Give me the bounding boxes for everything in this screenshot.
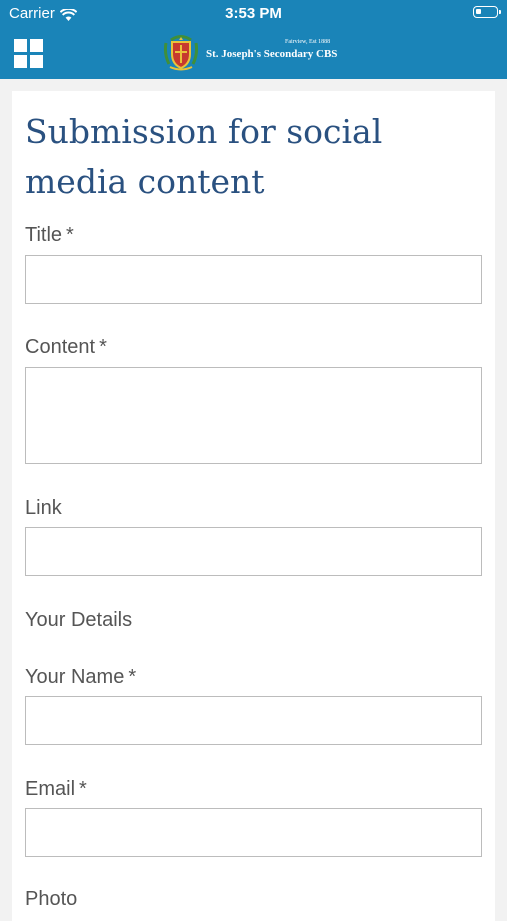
content-label-text: Content xyxy=(25,336,96,358)
grid-menu-icon[interactable] xyxy=(14,39,44,68)
your-name-input[interactable] xyxy=(25,696,482,745)
content-textarea[interactable] xyxy=(25,367,482,464)
menu-square xyxy=(30,55,43,68)
form-card: Submission for social media content Titl… xyxy=(12,91,495,921)
required-mark: * xyxy=(99,336,107,358)
email-label-text: Email xyxy=(25,778,76,800)
title-label: Title * xyxy=(25,224,74,247)
your-name-label: Your Name * xyxy=(25,666,136,689)
form-title: Submission for social media content xyxy=(25,112,383,201)
content-label: Content * xyxy=(25,336,107,359)
menu-square xyxy=(30,39,43,52)
required-mark: * xyxy=(128,666,137,688)
status-time: 3:53 PM xyxy=(225,5,282,22)
required-mark: * xyxy=(79,778,87,800)
school-logo[interactable]: Fairview, Est 1888 St. Joseph's Secondar… xyxy=(163,33,353,73)
logo-tagline: Fairview, Est 1888 xyxy=(285,39,331,45)
email-input[interactable] xyxy=(25,808,482,857)
required-mark: * xyxy=(66,224,74,246)
menu-square xyxy=(14,39,27,52)
email-label: Email * xyxy=(25,778,87,801)
your-name-label-text: Your Name xyxy=(25,666,125,688)
link-label: Link xyxy=(25,497,62,519)
logo-school-name: St. Joseph's Secondary CBS xyxy=(206,48,338,60)
menu-square xyxy=(14,55,27,68)
title-input[interactable] xyxy=(25,255,482,304)
battery-icon xyxy=(473,6,501,18)
section-your-details: Your Details xyxy=(25,609,133,631)
app-header: Carrier 3:53 PM Fairview, Est 1888 St. J… xyxy=(0,0,507,79)
link-input[interactable] xyxy=(25,527,482,576)
battery-level xyxy=(476,9,481,14)
title-label-text: Title xyxy=(25,224,63,246)
school-crest-icon xyxy=(163,35,199,71)
